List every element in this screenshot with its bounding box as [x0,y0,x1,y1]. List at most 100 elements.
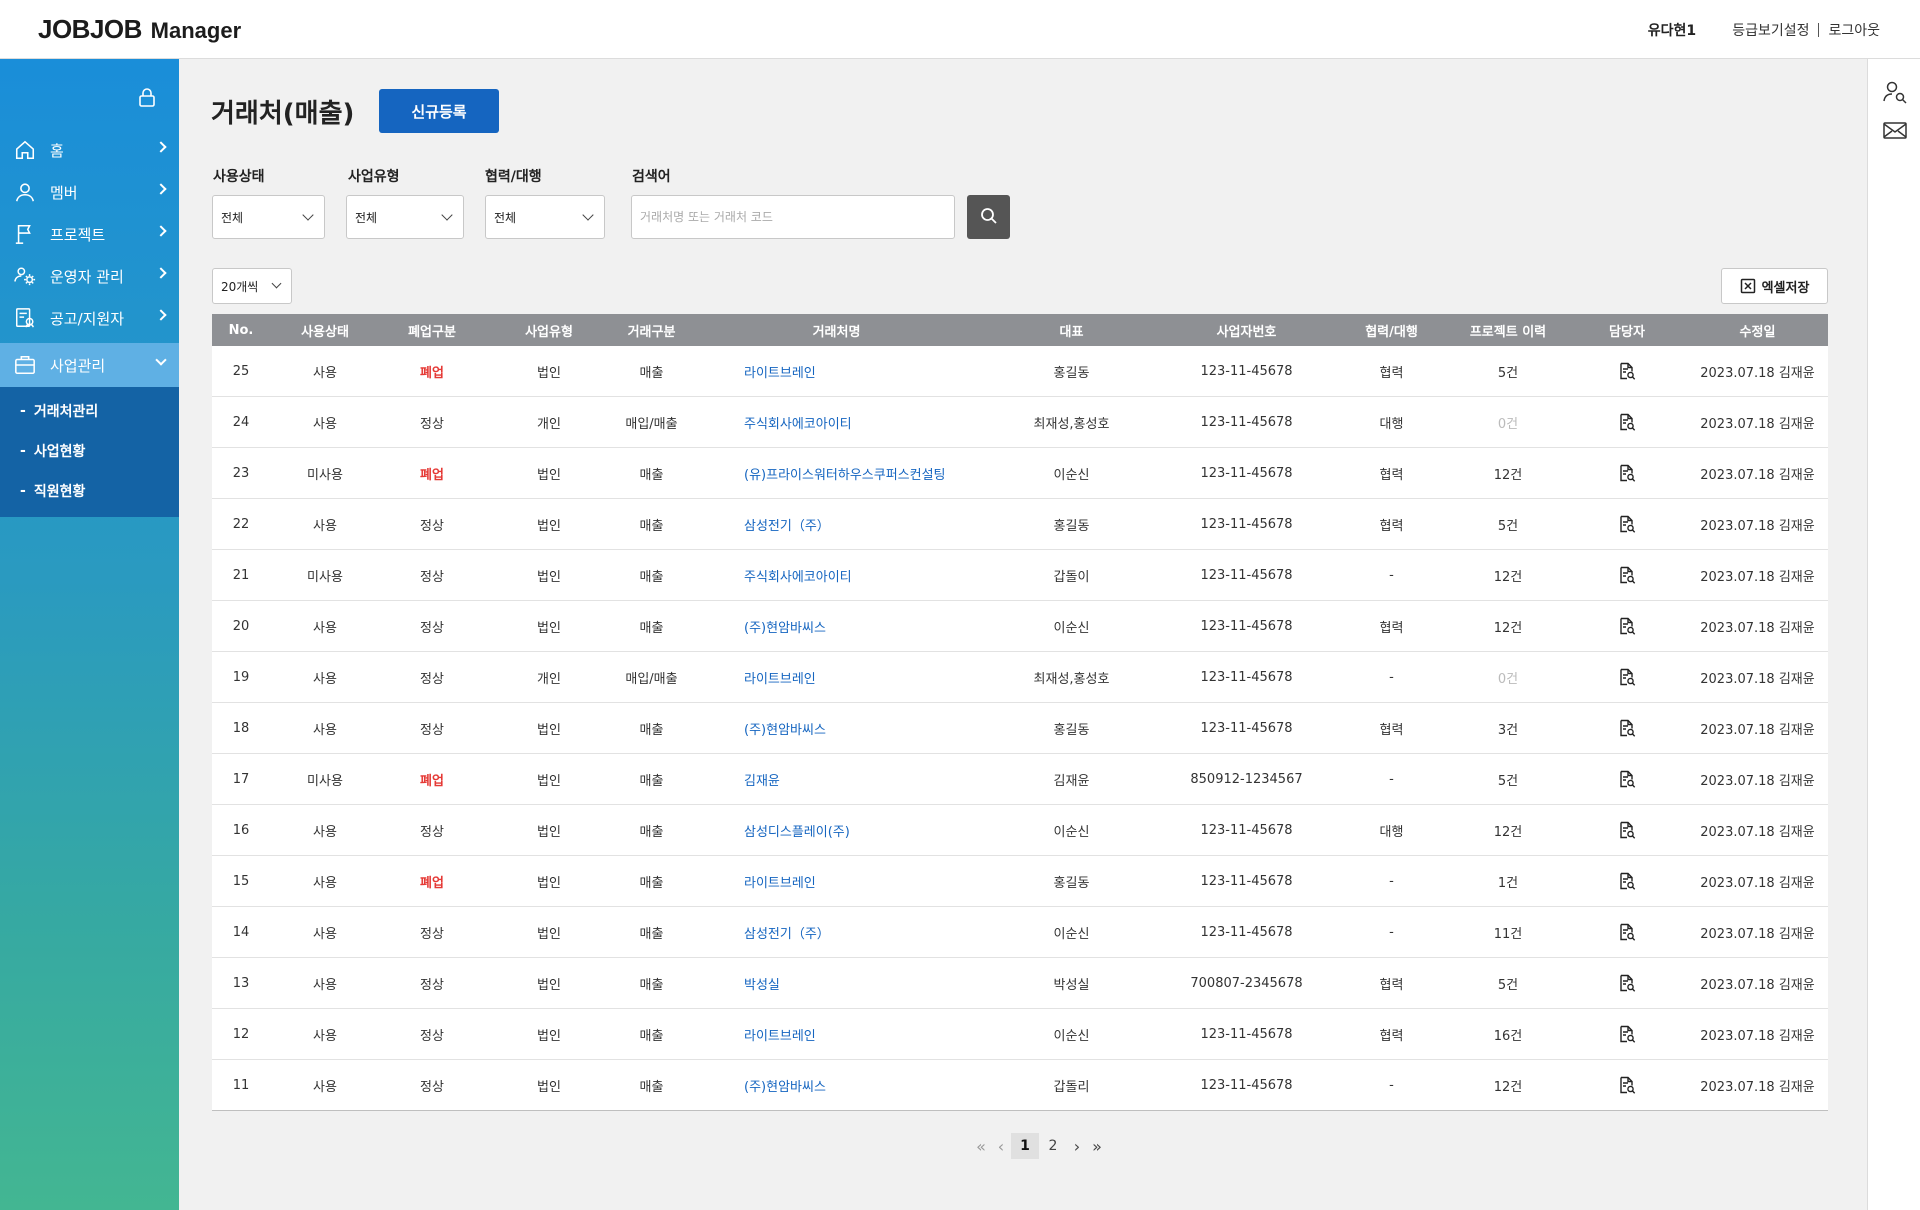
manager[interactable] [1567,601,1687,651]
page-number-1[interactable]: 1 [1011,1133,1039,1159]
per-page-select[interactable]: 20개씩 [212,268,292,304]
document-search-icon[interactable] [1618,974,1636,992]
user-search-icon[interactable] [1882,79,1908,105]
client-name-link[interactable]: 라이트브레인 [689,346,984,396]
client-name-link[interactable]: (주)현암바씨스 [689,1060,984,1110]
mail-icon[interactable] [1882,117,1908,143]
document-search-icon[interactable] [1618,872,1636,890]
document-search-icon[interactable] [1618,413,1636,431]
table-row[interactable]: 15 사용 폐업 법인 매출 라이트브레인 홍길동 123-11-45678 - 1건 2023.0… [212,856,1828,907]
app-logo[interactable]: JOBJOB Manager [38,14,241,45]
document-search-icon[interactable] [1618,566,1636,584]
business-type: 법인 [537,569,561,585]
document-search-icon[interactable] [1618,668,1636,686]
representative: 홍길동 [1053,875,1090,891]
table-row[interactable]: 25 사용 폐업 법인 매출 라이트브레인 홍길동 123-11-45678 협력 5건 2023.… [212,346,1828,397]
table-row[interactable]: 14 사용 정상 법인 매출 삼성전기（주） 이순신 123-11-45678 - 11건 2023… [212,907,1828,958]
document-search-icon[interactable] [1618,719,1636,737]
client-name-link[interactable]: 박성실 [689,958,984,1008]
page-number-2[interactable]: 2 [1039,1133,1067,1159]
document-search-icon[interactable] [1618,464,1636,482]
first-page-icon[interactable]: « [971,1136,991,1156]
table-row[interactable]: 23 미사용 폐업 법인 매출 (유)프라이스워터하우스쿠퍼스컨설팅 이순신 123-11-4… [212,448,1828,499]
client-name-link[interactable]: 주식회사에코아이티 [689,397,984,447]
manager[interactable] [1567,1009,1687,1059]
sidebar-item-project[interactable]: 프로젝트 [0,213,179,255]
client-name-link[interactable]: 삼성디스플레이(주) [689,805,984,855]
table-row[interactable]: 17 미사용 폐업 법인 매출 김재윤 김재윤 850912-1234567 - 5건 2023.0… [212,754,1828,805]
client-name-link[interactable]: 주식회사에코아이티 [689,550,984,600]
table-row[interactable]: 16 사용 정상 법인 매출 삼성디스플레이(주) 이순신 123-11-45678 대행 12건… [212,805,1828,856]
excel-download-button[interactable]: 엑셀저장 [1721,268,1828,304]
table-row[interactable]: 18 사용 정상 법인 매출 (주)현암바씨스 홍길동 123-11-45678 협력 3건 202… [212,703,1828,754]
client-name-link[interactable]: (주)현암바씨스 [689,703,984,753]
manager[interactable] [1567,1060,1687,1110]
row-number: 19 [232,669,250,685]
new-register-button[interactable]: 신규등록 [379,89,499,133]
submenu-item-client[interactable]: - 거래처관리 [0,391,179,431]
manager[interactable] [1567,907,1687,957]
next-page-icon[interactable]: › [1067,1136,1087,1156]
document-search-icon[interactable] [1618,515,1636,533]
last-page-icon[interactable]: » [1087,1136,1107,1156]
client-name-link[interactable]: 삼성전기（주） [689,907,984,957]
project-history: 16건 [1493,1028,1523,1044]
manager[interactable] [1567,703,1687,753]
client-name-link[interactable]: 김재윤 [689,754,984,804]
submenu-item-staff-status[interactable]: - 직원현황 [0,471,179,511]
manager[interactable] [1567,499,1687,549]
table-row[interactable]: 11 사용 정상 법인 매출 (주)현암바씨스 갑돌리 123-11-45678 - 12건 202… [212,1060,1828,1111]
table-row[interactable]: 13 사용 정상 법인 매출 박성실 박성실 700807-2345678 협력 5건 2023.0… [212,958,1828,1009]
document-search-icon[interactable] [1618,923,1636,941]
modified-date: 2023.07.18 김재윤 [1700,875,1815,891]
status-select[interactable]: 전체 [212,195,325,239]
manager[interactable] [1567,958,1687,1008]
row-number: 17 [232,771,250,787]
manager[interactable] [1567,448,1687,498]
sidebar-item-notice[interactable]: 공고/지원자 [0,297,179,339]
sidebar-item-label: 홈 [50,141,64,160]
table-row[interactable]: 19 사용 정상 개인 매입/매출 라이트브레인 최재성,홍성호 123-11-45678 - 0… [212,652,1828,703]
manager[interactable] [1567,856,1687,906]
manager[interactable] [1567,805,1687,855]
document-search-icon[interactable] [1618,1076,1636,1094]
client-name-link[interactable]: 라이트브레인 [689,1009,984,1059]
table-row[interactable]: 21 미사용 정상 법인 매출 주식회사에코아이티 갑돌이 123-11-45678 - 12건 2… [212,550,1828,601]
table-row[interactable]: 24 사용 정상 개인 매입/매출 주식회사에코아이티 최재성,홍성호 123-11-4567… [212,397,1828,448]
manager[interactable] [1567,550,1687,600]
submenu-item-business-status[interactable]: - 사업현황 [0,431,179,471]
grade-setting-link[interactable]: 등급보기설정 [1732,20,1809,40]
sidebar-item-member[interactable]: 멤버 [0,171,179,213]
sidebar-item-label: 프로젝트 [50,225,106,244]
table-row[interactable]: 12 사용 정상 법인 매출 라이트브레인 이순신 123-11-45678 협력 16건 2023… [212,1009,1828,1060]
search-input[interactable] [631,195,955,239]
manager[interactable] [1567,397,1687,447]
document-search-icon[interactable] [1618,617,1636,635]
search-button[interactable] [967,195,1010,239]
manager[interactable] [1567,754,1687,804]
sidebar-item-home[interactable]: 홈 [0,129,179,171]
client-name-link[interactable]: 삼성전기（주） [689,499,984,549]
table-row[interactable]: 20 사용 정상 법인 매출 (주)현암바씨스 이순신 123-11-45678 협력 12건 20… [212,601,1828,652]
client-name-link[interactable]: 라이트브레인 [689,856,984,906]
document-search-icon[interactable] [1618,1025,1636,1043]
manager[interactable] [1567,652,1687,702]
lock-icon[interactable] [138,87,156,107]
client-name-link[interactable]: (유)프라이스워터하우스쿠퍼스컨설팅 [689,448,984,498]
business-number: 123-11-45678 [1200,1077,1293,1093]
prev-page-icon[interactable]: ‹ [991,1136,1011,1156]
partner-select[interactable]: 전체 [485,195,605,239]
logout-link[interactable]: 로그아웃 [1828,20,1880,40]
client-name-link[interactable]: (주)현암바씨스 [689,601,984,651]
biz-type-select[interactable]: 전체 [346,195,464,239]
flag-icon [15,224,31,244]
document-search-icon[interactable] [1618,770,1636,788]
document-search-icon[interactable] [1618,362,1636,380]
sidebar-item-business[interactable]: 사업관리 [0,343,179,387]
manager[interactable] [1567,346,1687,396]
sidebar-item-admin[interactable]: 운영자 관리 [0,255,179,297]
document-search-icon[interactable] [1618,821,1636,839]
trade-type: 매입/매출 [625,671,678,687]
client-name-link[interactable]: 라이트브레인 [689,652,984,702]
table-row[interactable]: 22 사용 정상 법인 매출 삼성전기（주） 홍길동 123-11-45678 협력 5건 2023… [212,499,1828,550]
